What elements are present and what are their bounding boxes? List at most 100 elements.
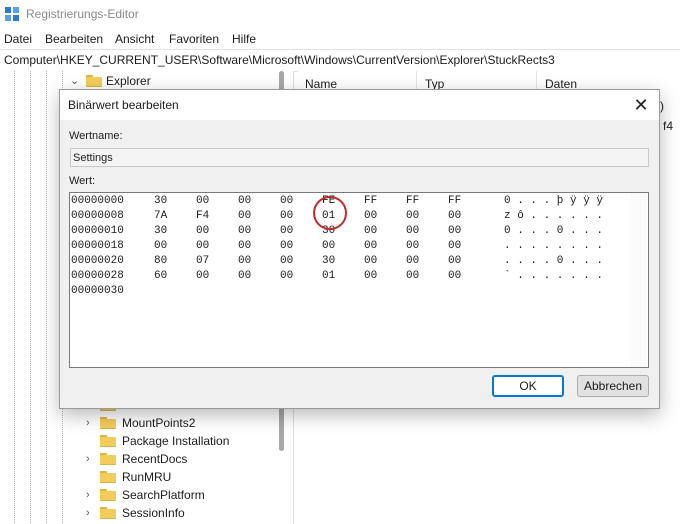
- cancel-button[interactable]: Abbrechen: [577, 375, 649, 397]
- tree-item-label: RecentDocs: [122, 452, 188, 466]
- hex-byte[interactable]: 00: [364, 225, 377, 237]
- hex-byte[interactable]: 00: [196, 270, 209, 282]
- hex-byte[interactable]: 00: [364, 240, 377, 252]
- hex-ascii[interactable]: 0 . . . þ ÿ ÿ ÿ: [504, 195, 603, 207]
- hex-byte[interactable]: 00: [280, 270, 293, 282]
- address-path[interactable]: Computer\HKEY_CURRENT_USER\Software\Micr…: [4, 53, 555, 67]
- address-bar[interactable]: Computer\HKEY_CURRENT_USER\Software\Micr…: [0, 49, 680, 72]
- hex-byte[interactable]: FF: [406, 195, 419, 207]
- tree-item-runmru[interactable]: RunMRU: [86, 468, 276, 486]
- menu-ansicht[interactable]: Ansicht: [115, 32, 154, 46]
- hex-ascii[interactable]: . . . . 0 . . .: [504, 255, 603, 267]
- hex-byte[interactable]: FF: [448, 195, 461, 207]
- hex-byte[interactable]: 00: [280, 240, 293, 252]
- hex-byte[interactable]: 30: [154, 225, 167, 237]
- hex-byte[interactable]: 00: [196, 240, 209, 252]
- hex-ascii[interactable]: z ô . . . . . .: [504, 210, 603, 222]
- tree-item-recentdocs[interactable]: › RecentDocs: [86, 450, 276, 468]
- hex-byte[interactable]: 00: [406, 210, 419, 222]
- ok-button[interactable]: OK: [492, 375, 564, 397]
- hex-byte[interactable]: 30: [322, 255, 335, 267]
- hex-byte[interactable]: F4: [196, 210, 209, 222]
- tree-item-label: SearchPlatform: [122, 488, 205, 502]
- hex-byte[interactable]: 00: [196, 225, 209, 237]
- hex-byte[interactable]: 00: [448, 270, 461, 282]
- hex-byte[interactable]: 80: [154, 255, 167, 267]
- chevron-right-icon[interactable]: ›: [86, 489, 96, 501]
- registry-editor-icon: [5, 7, 19, 21]
- hex-byte[interactable]: 00: [238, 195, 251, 207]
- hex-byte[interactable]: 00: [196, 195, 209, 207]
- hex-byte[interactable]: 00: [238, 240, 251, 252]
- value-name-field[interactable]: [70, 148, 649, 167]
- hex-byte[interactable]: 00: [364, 270, 377, 282]
- hex-ascii[interactable]: ` . . . . . . .: [504, 270, 603, 282]
- hex-byte[interactable]: 00: [448, 240, 461, 252]
- chevron-right-icon[interactable]: ›: [86, 453, 96, 465]
- value-data-label: Wert:: [69, 175, 96, 187]
- hex-byte[interactable]: 60: [154, 270, 167, 282]
- tree-item-searchplatform[interactable]: › SearchPlatform: [86, 486, 276, 504]
- folder-icon: [86, 75, 102, 87]
- hex-byte[interactable]: 00: [238, 210, 251, 222]
- menu-bar: Datei Bearbeiten Ansicht Favoriten Hilfe: [0, 30, 680, 48]
- hex-byte[interactable]: 00: [364, 210, 377, 222]
- list-fragment: ): [660, 99, 664, 113]
- hex-scrollbar[interactable]: [631, 193, 647, 367]
- tree-item-mountpoints2[interactable]: › MountPoints2: [86, 414, 276, 432]
- tree-item-label: RunMRU: [122, 470, 172, 484]
- value-name-input[interactable]: [71, 149, 643, 165]
- folder-icon: [100, 489, 116, 501]
- hex-offset: 00000010: [71, 225, 124, 237]
- hex-byte[interactable]: 7A: [154, 210, 167, 222]
- tree-item-sessioninfo[interactable]: › SessionInfo: [86, 504, 276, 522]
- hex-byte[interactable]: 00: [406, 225, 419, 237]
- hex-ascii[interactable]: 0 . . . 0 . . .: [504, 225, 603, 237]
- hex-byte[interactable]: 00: [280, 195, 293, 207]
- tree-item-package-installation[interactable]: Package Installation: [86, 432, 276, 450]
- hex-byte[interactable]: 00: [238, 225, 251, 237]
- hex-byte[interactable]: 00: [448, 255, 461, 267]
- hex-byte[interactable]: 00: [406, 255, 419, 267]
- hex-byte[interactable]: 00: [280, 255, 293, 267]
- chevron-right-icon[interactable]: ›: [86, 417, 96, 429]
- close-icon[interactable]: ✕: [631, 95, 651, 115]
- hex-byte[interactable]: 00: [280, 210, 293, 222]
- chevron-right-icon[interactable]: ›: [86, 507, 96, 519]
- hex-byte[interactable]: 00: [364, 255, 377, 267]
- hex-byte[interactable]: 00: [238, 255, 251, 267]
- menu-hilfe[interactable]: Hilfe: [232, 32, 256, 46]
- hex-offset: 00000000: [71, 195, 124, 207]
- hex-byte[interactable]: 00: [154, 240, 167, 252]
- hex-byte[interactable]: 00: [406, 270, 419, 282]
- tree-guide-line: [30, 71, 31, 524]
- hex-editor[interactable]: 00000000 30 00 00 00 FE FF FF FF 0 . . . þ ÿ ÿ ÿ0…: [69, 192, 649, 368]
- folder-icon: [100, 417, 116, 429]
- tree-item-label: Package Installation: [122, 434, 230, 448]
- hex-offset: 00000028: [71, 270, 124, 282]
- hex-byte[interactable]: 30: [154, 195, 167, 207]
- folder-icon: [100, 507, 116, 519]
- hex-byte[interactable]: 00: [448, 210, 461, 222]
- hex-byte[interactable]: 00: [322, 240, 335, 252]
- hex-byte[interactable]: 01: [322, 270, 335, 282]
- tree-item-label: MountPoints2: [122, 416, 196, 430]
- hex-offset: 00000030: [71, 285, 124, 297]
- window-titlebar: Registrierungs-Editor: [0, 0, 680, 28]
- hex-byte[interactable]: 00: [448, 225, 461, 237]
- hex-byte[interactable]: FF: [364, 195, 377, 207]
- menu-datei[interactable]: Datei: [4, 32, 32, 46]
- tree-item-explorer[interactable]: ⌄ Explorer: [70, 72, 270, 90]
- hex-ascii[interactable]: . . . . . . . .: [504, 240, 603, 252]
- hex-byte[interactable]: 07: [196, 255, 209, 267]
- hex-byte[interactable]: 00: [406, 240, 419, 252]
- folder-icon: [100, 453, 116, 465]
- dialog-title: Binärwert bearbeiten: [68, 98, 179, 112]
- menu-bearbeiten[interactable]: Bearbeiten: [45, 32, 103, 46]
- hex-byte[interactable]: 00: [280, 225, 293, 237]
- chevron-down-icon[interactable]: ⌄: [70, 75, 80, 87]
- hex-byte[interactable]: 00: [238, 270, 251, 282]
- hex-offset: 00000008: [71, 210, 124, 222]
- hex-offset: 00000018: [71, 240, 124, 252]
- menu-favoriten[interactable]: Favoriten: [169, 32, 219, 46]
